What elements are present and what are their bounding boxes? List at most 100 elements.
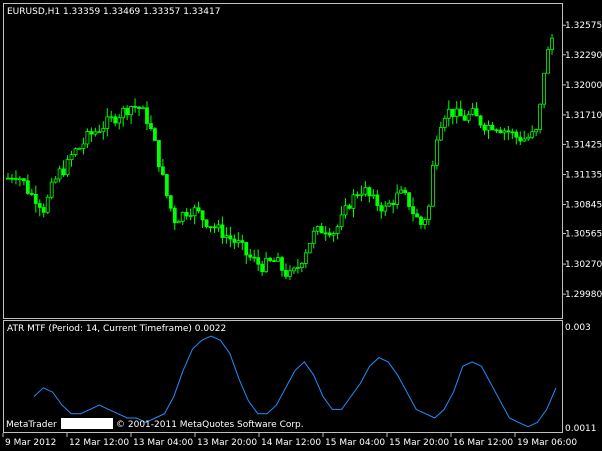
time-tick-label: 15 Mar 04:00 — [325, 438, 385, 448]
candle-body — [14, 178, 18, 180]
time-tick-label: 13 Mar 20:00 — [197, 438, 257, 448]
candle-body — [474, 108, 479, 117]
candle-body — [18, 178, 22, 181]
candle-body — [224, 235, 229, 238]
candle-body — [470, 108, 475, 115]
candle-body — [69, 154, 74, 161]
candle-body — [117, 117, 122, 124]
candle-body — [256, 257, 261, 265]
candle-body — [153, 128, 157, 141]
candle-body — [141, 107, 145, 110]
candle-body — [522, 138, 527, 142]
candle-body — [518, 136, 523, 142]
candle-body — [323, 232, 328, 235]
candle-body — [506, 130, 511, 133]
candle-body — [280, 257, 284, 271]
candle-body — [25, 180, 30, 194]
candle-body — [383, 205, 388, 212]
candle-body — [319, 226, 324, 234]
candle-body — [49, 181, 54, 198]
candle-body — [33, 193, 38, 204]
candle-body — [303, 252, 308, 264]
candle-body — [10, 177, 14, 180]
price-tick-label: 1.31710 — [565, 111, 602, 121]
time-tick-label: 19 Mar 06:00 — [517, 438, 577, 448]
candle-body — [510, 131, 515, 134]
candle-body — [81, 143, 86, 149]
candle-body — [355, 194, 360, 197]
candle-body — [315, 226, 320, 232]
candle-body — [442, 117, 447, 128]
candle-body — [347, 205, 352, 209]
candle-body — [327, 232, 332, 236]
candle-body — [6, 177, 10, 180]
candle-body — [264, 257, 269, 273]
candle-body — [272, 260, 276, 263]
redacted-box — [61, 418, 113, 429]
candle-body — [228, 235, 233, 240]
candle-body — [164, 174, 169, 197]
candle-body — [534, 129, 539, 133]
candle-body — [97, 131, 102, 134]
time-tick-label: 15 Mar 20:00 — [389, 438, 449, 448]
candle-body — [367, 187, 372, 197]
candle-body — [109, 116, 114, 119]
candle-body — [498, 129, 503, 134]
candle-body — [482, 124, 487, 131]
time-tick-label: 9 Mar 2012 — [5, 438, 56, 448]
candle-body — [399, 189, 404, 194]
candle-body — [61, 168, 66, 176]
candle-body — [546, 49, 550, 74]
candle-body — [462, 115, 467, 121]
candle-body — [434, 139, 439, 166]
price-tick-label: 1.32575 — [565, 21, 602, 31]
candle-body — [339, 214, 344, 228]
candle-body — [37, 203, 42, 208]
candle-body — [276, 257, 280, 262]
time-tick-label: 14 Mar 12:00 — [261, 438, 321, 448]
candle-body — [387, 202, 392, 207]
time-tick-label: 12 Mar 12:00 — [69, 438, 129, 448]
candle-body — [530, 131, 535, 138]
candle-body — [73, 148, 78, 156]
candle-body — [145, 107, 149, 124]
candle-body — [490, 124, 495, 131]
candle-body — [526, 136, 531, 140]
candle-body — [538, 103, 543, 131]
candle-body — [168, 195, 173, 209]
candle-body — [395, 192, 400, 206]
candle-body — [176, 220, 181, 224]
candle-body — [423, 219, 427, 225]
candle-body — [450, 108, 455, 117]
candle-body — [446, 108, 451, 119]
chart-window[interactable]: 1.32575 1.32290 1.32000 1.31710 1.31425 1.311… — [0, 0, 602, 451]
candle-body — [21, 178, 26, 182]
candle-body — [212, 226, 217, 229]
candle-body — [502, 130, 507, 134]
candle-body — [343, 205, 348, 216]
candle-body — [113, 116, 118, 124]
candle-body — [454, 108, 459, 117]
price-tick-label: 1.30565 — [565, 230, 602, 240]
candle-body — [208, 226, 213, 229]
candle-body — [244, 242, 249, 256]
candle-body — [427, 205, 431, 221]
price-tick-label: 1.32290 — [565, 51, 602, 61]
candle-body — [359, 193, 364, 196]
time-tick-label: 13 Mar 04:00 — [133, 438, 193, 448]
candle-body — [438, 127, 443, 141]
price-tick-label: 1.31135 — [565, 170, 602, 180]
candle-body — [379, 205, 384, 212]
candle-body — [204, 219, 209, 228]
candle-body — [419, 216, 423, 225]
candle-body — [85, 131, 90, 145]
candle-body — [311, 230, 316, 244]
candle-body — [407, 192, 411, 207]
price-tick-label: 1.30845 — [565, 201, 602, 211]
candle-body — [268, 257, 272, 262]
candle-body — [105, 116, 110, 129]
candle-body — [45, 196, 50, 213]
candle-body — [542, 72, 546, 105]
candle-body — [172, 207, 177, 224]
candle-body — [478, 115, 483, 126]
